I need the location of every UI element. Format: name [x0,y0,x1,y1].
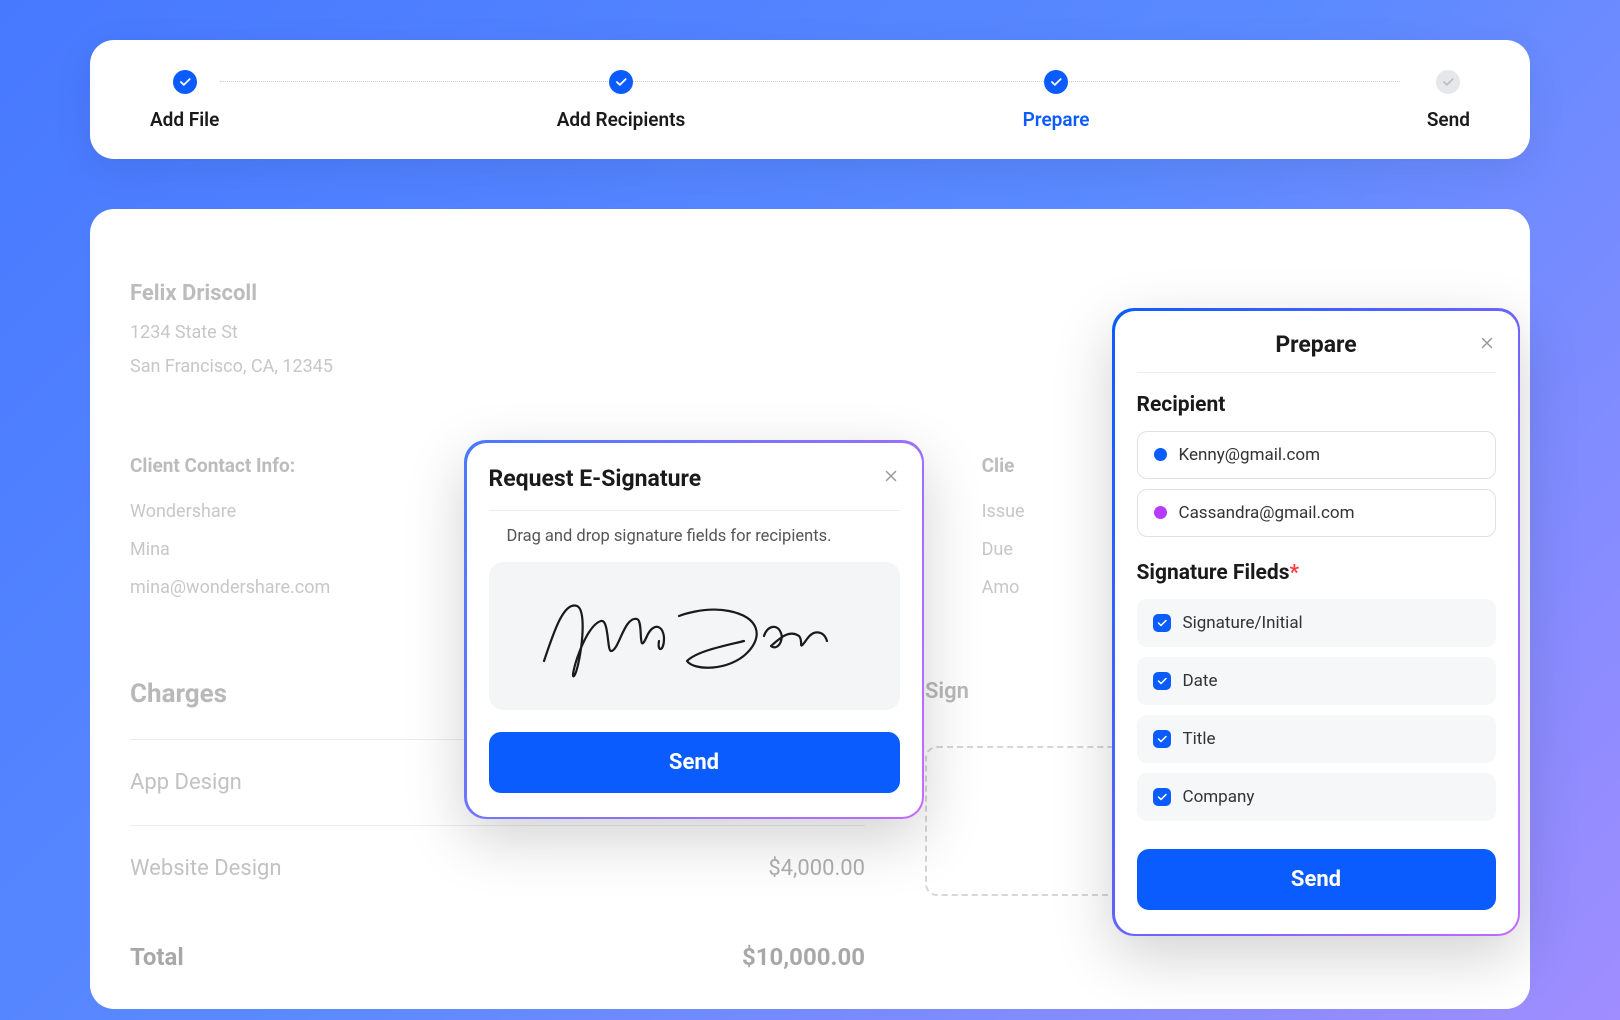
dialog-hint: Drag and drop signature fields for recip… [489,527,900,546]
stepper: Add File Add Recipients Prepare Send [90,40,1530,159]
stepper-line [220,81,1400,82]
total-label: Total [130,943,184,971]
send-button[interactable]: Send [1137,849,1496,910]
recipient-email: Kenny@gmail.com [1179,445,1321,465]
recipient-dot-icon [1154,448,1167,461]
field-item-signature[interactable]: Signature/Initial [1137,599,1496,647]
charge-label: App Design [130,770,242,795]
step-label: Prepare [1023,108,1090,131]
recipient-item[interactable]: Cassandra@gmail.com [1137,489,1496,537]
step-label: Add Recipients [557,108,686,131]
field-label: Date [1183,671,1218,691]
step-add-recipients[interactable]: Add Recipients [557,70,686,131]
charge-row: Website Design $4,000.00 [130,825,865,911]
step-add-file[interactable]: Add File [150,70,219,131]
recipient-dot-icon [1154,506,1167,519]
recipient-email: Cassandra@gmail.com [1179,503,1355,523]
checkbox-icon [1153,788,1171,806]
signature-preview[interactable] [489,562,900,710]
panel-title: Prepare [1275,331,1356,358]
fields-section-label: Signature Fileds* [1137,561,1496,585]
fields-label-text: Signature Fileds [1137,561,1290,585]
total-amount: $10,000.00 [742,943,865,971]
checkmark-icon [173,70,197,94]
step-label: Send [1427,108,1470,131]
charge-label: Website Design [130,856,282,881]
step-send[interactable]: Send [1427,70,1470,131]
checkmark-icon [1044,70,1068,94]
checkbox-icon [1153,730,1171,748]
checkmark-icon [609,70,633,94]
step-label: Add File [150,108,219,131]
close-icon[interactable] [882,467,900,490]
field-item-company[interactable]: Company [1137,773,1496,821]
send-button[interactable]: Send [489,732,900,793]
recipient-item[interactable]: Kenny@gmail.com [1137,431,1496,479]
field-label: Company [1183,787,1255,807]
checkbox-icon [1153,614,1171,632]
total-row: Total $10,000.00 [130,911,865,971]
field-label: Signature/Initial [1183,613,1303,633]
request-signature-dialog: Request E-Signature Drag and drop signat… [464,440,924,819]
recipient-section-label: Recipient [1137,393,1496,417]
checkmark-icon [1436,70,1460,94]
field-item-title[interactable]: Title [1137,715,1496,763]
checkbox-icon [1153,672,1171,690]
field-item-date[interactable]: Date [1137,657,1496,705]
prepare-panel: Prepare Recipient Kenny@gmail.com Cassan… [1112,308,1520,936]
required-asterisk: * [1290,561,1300,585]
step-prepare[interactable]: Prepare [1023,70,1090,131]
charge-amount: $4,000.00 [768,856,865,881]
dialog-title: Request E-Signature [489,465,702,492]
close-icon[interactable] [1478,334,1496,356]
sender-name: Felix Driscoll [130,281,1450,306]
field-label: Title [1183,729,1216,749]
